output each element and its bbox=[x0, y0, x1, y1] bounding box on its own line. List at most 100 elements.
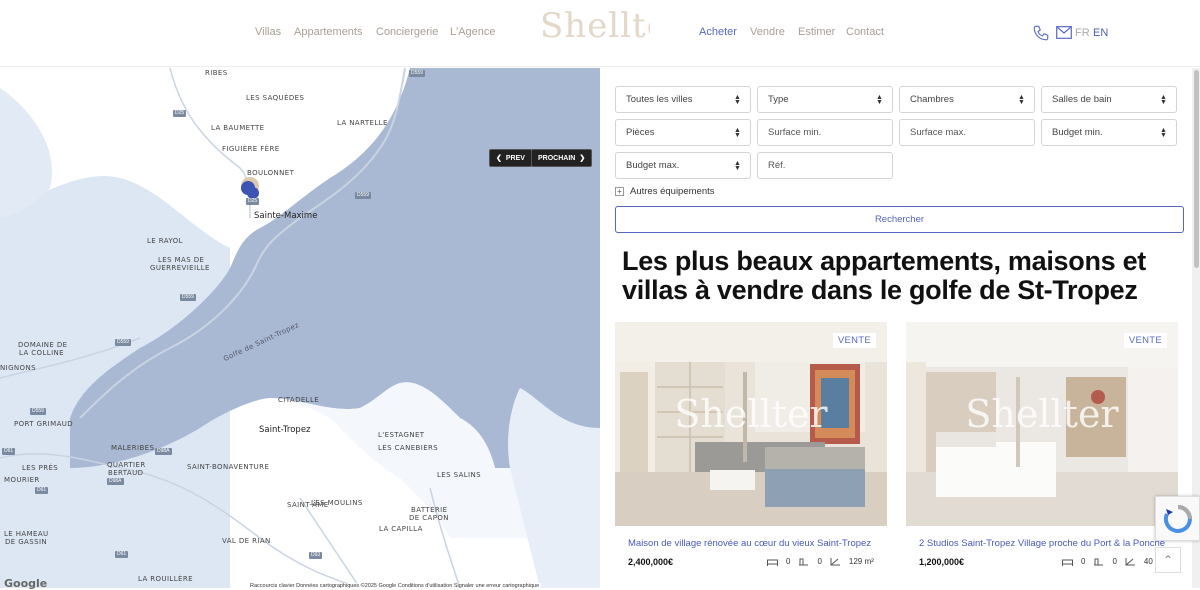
reference-placeholder: Réf. bbox=[768, 160, 786, 171]
prev-label: PREV bbox=[505, 154, 525, 162]
watermark-logo: Shellter bbox=[965, 392, 1119, 436]
map-next-button[interactable]: PROCHAIN ❯ bbox=[531, 149, 593, 167]
chevron-updown-icon: ▲ ▼ bbox=[734, 93, 741, 106]
nav-appartements[interactable]: Appartements bbox=[294, 26, 362, 38]
map-label: LES CANEBIERS bbox=[378, 444, 439, 452]
plus-icon: + bbox=[615, 187, 624, 196]
chevron-updown-icon: ▲ ▼ bbox=[876, 93, 883, 106]
nav-contact[interactable]: Contact bbox=[846, 26, 884, 38]
map-label: LA CAPILLA bbox=[379, 525, 423, 533]
road-marker: D61 bbox=[2, 448, 16, 455]
chevron-up-icon: ⌃ bbox=[1162, 553, 1174, 567]
surface-icon bbox=[1125, 558, 1135, 566]
road-marker: D559 bbox=[30, 408, 46, 415]
map-label: PORT GRIMAUD bbox=[14, 420, 74, 428]
chevron-updown-icon: ▲ ▼ bbox=[1018, 93, 1025, 106]
rooms-select-value: Pièces bbox=[626, 127, 655, 138]
bathroom-count: 0 bbox=[817, 557, 822, 566]
map-label: LA NARTELLE bbox=[337, 119, 388, 127]
map-label: LA ROUILLÈRE bbox=[138, 575, 193, 583]
google-logo: Google bbox=[4, 577, 48, 590]
listing-title[interactable]: 2 Studios Saint-Tropez Village proche du… bbox=[919, 538, 1165, 549]
map-label: SAINT-BONAVENTURE bbox=[187, 463, 270, 471]
more-equipment-toggle[interactable]: + Autres équipements bbox=[615, 186, 715, 197]
map-label: LES MAS DE bbox=[158, 256, 205, 264]
listing-photo[interactable]: Shellter VENTE bbox=[906, 322, 1178, 526]
map-label: MALERIBES bbox=[111, 444, 155, 452]
nav-agence[interactable]: L'Agence bbox=[450, 26, 496, 38]
listing-price: 2,400,000€ bbox=[628, 557, 674, 567]
road-marker: D559 bbox=[409, 70, 425, 77]
budget-min-value: Budget min. bbox=[1052, 127, 1103, 138]
surface-min-placeholder: Surface min. bbox=[768, 127, 822, 138]
map-label: LES SALINS bbox=[437, 471, 481, 479]
type-select[interactable]: Type ▲ ▼ bbox=[757, 86, 893, 113]
road-marker: D61 bbox=[35, 487, 49, 494]
city-select-value: Toutes les villes bbox=[626, 94, 693, 105]
phone-icon[interactable] bbox=[1032, 24, 1050, 42]
page-title: Les plus beaux appartements, maisons et … bbox=[622, 246, 1146, 305]
budget-min-select[interactable]: Budget min. ▲ ▼ bbox=[1041, 119, 1177, 146]
mail-icon[interactable] bbox=[1056, 26, 1072, 39]
nav-conciergerie[interactable]: Conciergerie bbox=[376, 26, 438, 38]
listing-title[interactable]: Maison de village rénovée au cœur du vie… bbox=[628, 538, 871, 549]
watermark-logo: Shellter bbox=[674, 392, 828, 436]
map-label: DE CAPON bbox=[409, 514, 449, 522]
map-label: L'ESTAGNET bbox=[378, 431, 425, 439]
bathroom-count: 0 bbox=[1112, 557, 1117, 566]
nav-estimer[interactable]: Estimer bbox=[798, 26, 835, 38]
sale-badge: VENTE bbox=[832, 333, 876, 348]
map-label: FIGUIÈRE FÈRE bbox=[222, 145, 280, 153]
road-marker: D98A bbox=[155, 448, 172, 455]
rooms-select[interactable]: Pièces ▲ ▼ bbox=[615, 119, 751, 146]
listing-card[interactable]: Shellter VENTE Maison de village rénovée… bbox=[615, 322, 887, 588]
map-label: Sainte-Maxime bbox=[254, 211, 318, 221]
chevron-left-icon: ❮ bbox=[496, 155, 502, 162]
bath-icon bbox=[1094, 558, 1104, 566]
road-marker: D559 bbox=[355, 192, 371, 199]
chevron-updown-icon: ▲ ▼ bbox=[734, 126, 741, 139]
city-select[interactable]: Toutes les villes ▲ ▼ bbox=[615, 86, 751, 113]
map-label: LE RAYOL bbox=[147, 237, 183, 245]
bathrooms-select[interactable]: Salles de bain ▲ ▼ bbox=[1041, 86, 1177, 113]
budget-max-select[interactable]: Budget max. ▲ ▼ bbox=[615, 152, 751, 179]
map-label: NIGNONS bbox=[0, 364, 36, 372]
road-marker: D559 bbox=[180, 294, 196, 301]
bedrooms-select[interactable]: Chambres ▲ ▼ bbox=[899, 86, 1035, 113]
lang-en[interactable]: EN bbox=[1093, 27, 1108, 39]
site-header: Villas Appartements Conciergerie L'Agenc… bbox=[0, 0, 1200, 67]
scrollbar-thumb[interactable] bbox=[1194, 70, 1199, 268]
road-marker: D25 bbox=[173, 110, 187, 117]
road-marker: D25 bbox=[246, 198, 260, 205]
recaptcha-badge[interactable] bbox=[1155, 496, 1200, 541]
surface-max-field[interactable]: Surface max. bbox=[899, 119, 1035, 146]
map-label: BOULONNET bbox=[247, 169, 295, 177]
map-attribution[interactable]: Raccourcis clavier Données cartographiqu… bbox=[248, 583, 542, 589]
listing-card[interactable]: Shellter VENTE 2 Studios Saint-Tropez Vi… bbox=[906, 322, 1178, 588]
bedroom-count: 0 bbox=[1081, 557, 1086, 566]
reference-field[interactable]: Réf. bbox=[757, 152, 893, 179]
map-label: GUERREVIEILLE bbox=[150, 264, 210, 272]
map-label: LES MOULINS bbox=[311, 499, 363, 507]
surface-max-placeholder: Surface max. bbox=[910, 127, 966, 138]
listing-price: 1,200,000€ bbox=[919, 557, 965, 567]
surface-min-field[interactable]: Surface min. bbox=[757, 119, 893, 146]
map-prev-button[interactable]: ❮ PREV bbox=[489, 149, 532, 167]
listing-specs: 0 0 129 m² bbox=[767, 557, 874, 566]
nav-acheter[interactable]: Acheter bbox=[699, 26, 737, 38]
nav-vendre[interactable]: Vendre bbox=[750, 26, 785, 38]
sale-badge: VENTE bbox=[1123, 333, 1167, 348]
back-to-top-button[interactable]: ⌃ bbox=[1155, 547, 1181, 573]
chevron-updown-icon: ▲ ▼ bbox=[1160, 93, 1167, 106]
listing-photo[interactable]: Shellter VENTE bbox=[615, 322, 887, 526]
bed-icon bbox=[767, 559, 778, 566]
recaptcha-icon bbox=[1163, 505, 1192, 533]
lang-fr[interactable]: FR bbox=[1075, 27, 1090, 39]
search-button[interactable]: Rechercher bbox=[615, 206, 1184, 233]
chevron-updown-icon: ▲ ▼ bbox=[1160, 126, 1167, 139]
bath-icon bbox=[799, 558, 809, 566]
map-label: LE HAMEAU bbox=[4, 530, 49, 538]
site-logo[interactable]: Shellter bbox=[540, 6, 650, 48]
map-label: LA BAUMETTE bbox=[211, 124, 265, 132]
nav-villas[interactable]: Villas bbox=[255, 26, 281, 38]
